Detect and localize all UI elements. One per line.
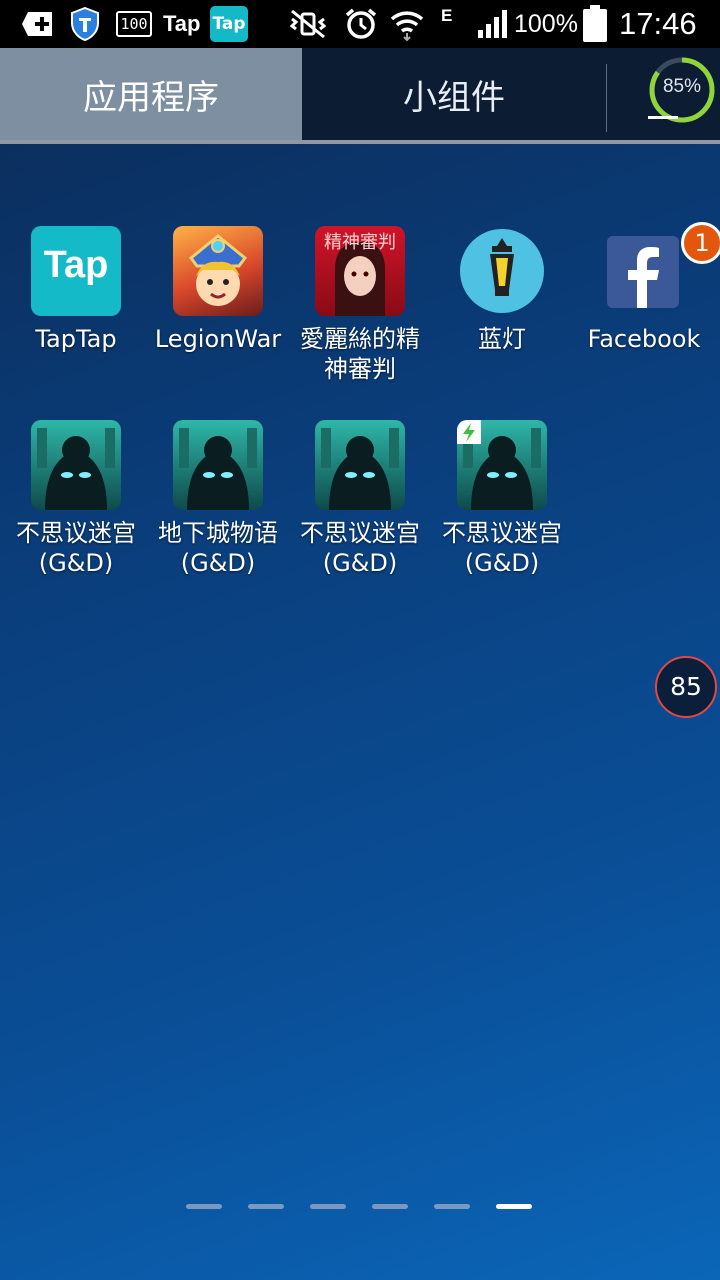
status-bar: 100 Tap Tap E 100% 17:46 — [0, 0, 720, 48]
vibrate-mute-icon — [288, 0, 328, 48]
tab-divider — [606, 64, 607, 132]
dungeon-monster-icon — [457, 420, 547, 510]
app-legionwar[interactable]: LegionWar — [148, 226, 288, 354]
app-label: 蓝灯 — [478, 325, 526, 353]
app-dungeon-4[interactable]: 不思议迷宫(G&D) — [432, 420, 572, 578]
app-label: 地下城物语(G&D) — [158, 519, 278, 577]
page-dot[interactable] — [434, 1204, 470, 1209]
app-dungeon-2[interactable]: 地下城物语(G&D) — [148, 420, 288, 578]
add-icon — [22, 0, 56, 48]
app-facebook[interactable]: 1 Facebook — [574, 222, 720, 354]
app-label: Facebook — [587, 325, 701, 353]
app-alice-judgment[interactable]: 精神審判 愛麗絲的精神審判 — [290, 226, 430, 384]
lantern-icon — [457, 226, 547, 316]
app-lantern[interactable]: 蓝灯 — [432, 226, 572, 354]
page-dot[interactable] — [310, 1204, 346, 1209]
app-label: 不思议迷宫(G&D) — [442, 519, 562, 577]
app-label: 不思议迷宫(G&D) — [300, 519, 420, 577]
notification-badge: 1 — [681, 222, 720, 264]
dungeon-monster-icon — [315, 420, 405, 510]
facebook-icon: 1 — [599, 222, 720, 316]
tab-widgets[interactable]: 小组件 — [303, 48, 605, 140]
tap-notification: Tap — [163, 11, 201, 36]
battery-percent: 100% — [514, 9, 578, 38]
taptap-icon-text: Tap — [43, 244, 109, 286]
network-type: E — [441, 6, 453, 25]
legionwar-icon — [173, 226, 263, 316]
taptap-icon: Tap — [31, 226, 121, 316]
app-label: LegionWar — [154, 325, 282, 353]
tab-apps[interactable]: 应用程序 — [0, 48, 302, 140]
app-label: TapTap — [35, 325, 117, 353]
page-dot[interactable] — [248, 1204, 284, 1209]
page-dot[interactable] — [186, 1204, 222, 1209]
page-dot-active[interactable] — [496, 1204, 532, 1209]
page-dot[interactable] — [372, 1204, 408, 1209]
menu-line — [648, 116, 678, 119]
signal-icon — [476, 0, 512, 48]
page-indicator — [0, 1204, 720, 1214]
tap-badge-icon: Tap — [210, 0, 248, 48]
alice-icon-text: 精神審判 — [324, 232, 396, 253]
tab-underline — [0, 140, 720, 144]
battery-icon — [582, 0, 608, 48]
alarm-icon — [344, 0, 378, 48]
alice-judgment-icon: 精神審判 — [315, 226, 405, 316]
app-label: 不思议迷宫(G&D) — [16, 519, 136, 577]
shield-icon — [70, 0, 100, 48]
app-label: 愛麗絲的精神審判 — [300, 325, 420, 383]
app-dungeon-3[interactable]: 不思议迷宫(G&D) — [290, 420, 430, 578]
nine-box-icon: 100 — [116, 0, 152, 48]
dungeon-monster-icon — [173, 420, 263, 510]
storage-percent: 85% — [662, 76, 702, 97]
app-taptap[interactable]: Tap TapTap — [6, 226, 146, 354]
floating-memory-badge[interactable]: 85 — [655, 656, 717, 718]
dungeon-monster-icon — [31, 420, 121, 510]
wifi-icon — [390, 0, 424, 48]
clock: 17:46 — [619, 6, 697, 41]
drawer-tab-bar: 应用程序 小组件 85% — [0, 48, 720, 144]
app-dungeon-1[interactable]: 不思议迷宫(G&D) — [6, 420, 146, 578]
